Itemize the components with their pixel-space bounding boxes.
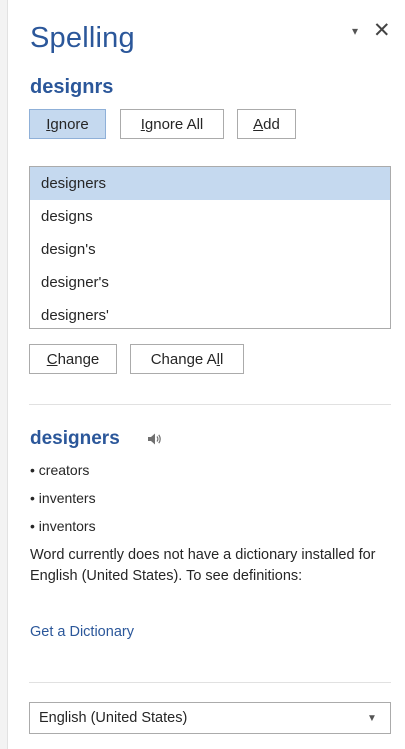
ignore-button[interactable]: Ignore [29, 109, 106, 139]
pane-title: Spelling [30, 22, 135, 54]
pane-left-edge [0, 0, 8, 749]
get-dictionary-link[interactable]: Get a Dictionary [30, 624, 134, 640]
ignore-all-label: gnore All [144, 115, 204, 133]
change-mnemonic: C [46, 350, 58, 368]
language-select[interactable]: English (United States) ▼ [29, 702, 391, 734]
language-value: English (United States) [39, 710, 188, 726]
close-icon[interactable]: ✕ [373, 20, 391, 41]
misspelled-word: designrs [30, 76, 114, 98]
change-label: hange [57, 350, 100, 368]
ignore-label: gnore [50, 115, 89, 133]
change-all-label-end: l [219, 350, 224, 368]
ignore-all-button[interactable]: Ignore All [120, 109, 224, 139]
suggestion-item[interactable]: design's [30, 233, 390, 266]
synonym-item: • inventors [30, 518, 96, 534]
synonym-item: • creators [30, 462, 90, 478]
section-divider [29, 404, 391, 405]
suggestion-item[interactable]: designers [30, 167, 390, 200]
add-button[interactable]: Add [237, 109, 296, 139]
change-all-button[interactable]: Change All [130, 344, 244, 374]
suggestion-item[interactable]: designers' [30, 299, 390, 332]
suggestion-item[interactable]: designs [30, 200, 390, 233]
add-mnemonic: A [253, 115, 264, 133]
change-all-label-start: Change A [150, 350, 217, 368]
chevron-down-icon: ▼ [367, 712, 377, 724]
change-button[interactable]: Change [29, 344, 117, 374]
add-label: dd [263, 115, 280, 133]
suggestion-item[interactable]: designer's [30, 266, 390, 299]
section-divider [29, 682, 391, 683]
speaker-icon[interactable] [146, 431, 162, 447]
dictionary-note: Word currently does not have a dictionar… [30, 547, 376, 584]
definition-word: designers [30, 428, 120, 449]
pane-options-chevron-icon[interactable]: ▾ [352, 24, 358, 38]
synonym-item: • inventers [30, 490, 96, 506]
suggestion-list[interactable]: designers designs design's designer's de… [29, 166, 391, 329]
